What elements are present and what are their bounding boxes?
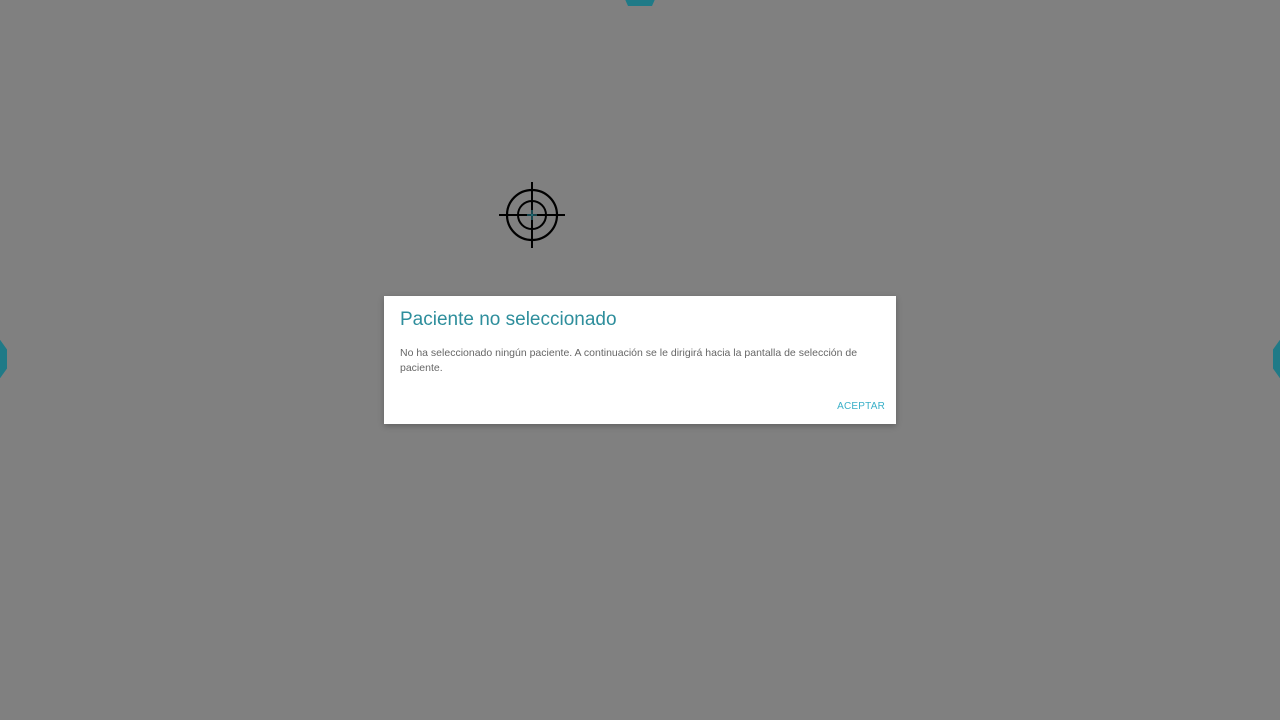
- right-edge-tab[interactable]: [1273, 340, 1280, 378]
- dialog-message: No ha seleccionado ningún paciente. A co…: [400, 347, 858, 374]
- accept-button[interactable]: ACEPTAR: [835, 399, 887, 414]
- patient-not-selected-dialog: Paciente no seleccionado No ha seleccion…: [384, 296, 896, 424]
- left-edge-tab[interactable]: [0, 340, 7, 378]
- top-edge-tab[interactable]: [620, 0, 660, 6]
- dialog-title: Paciente no seleccionado: [400, 309, 617, 330]
- crosshair-target-icon: [498, 181, 566, 249]
